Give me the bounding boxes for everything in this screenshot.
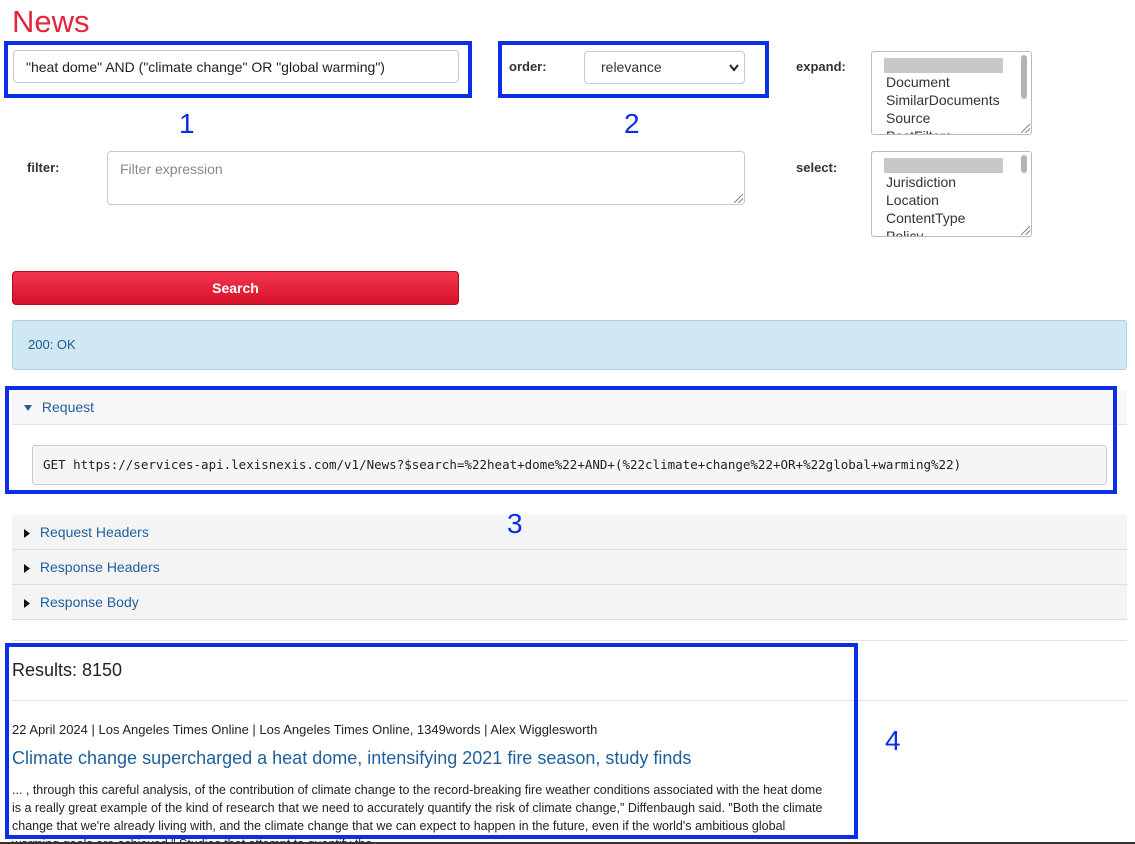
expand-option[interactable]: Source (872, 109, 1031, 127)
resize-grip-icon[interactable] (734, 194, 743, 203)
caret-right-icon (24, 598, 30, 608)
annotation-box-3 (5, 386, 1117, 494)
annotation-number-1: 1 (179, 108, 195, 139)
caret-right-icon (24, 563, 30, 573)
page-title: News (12, 4, 90, 39)
expand-option[interactable]: PostFilters (872, 127, 1031, 134)
expand-listbox[interactable]: Document SimilarDocuments Source PostFil… (871, 51, 1032, 135)
annotation-box-2 (498, 41, 769, 98)
resize-grip-icon[interactable] (1021, 226, 1030, 235)
select-option[interactable]: ContentType (872, 209, 1031, 227)
select-option[interactable]: Policy (872, 227, 1031, 236)
search-button[interactable]: Search (12, 271, 459, 305)
filter-textarea[interactable]: Filter expression (107, 151, 745, 205)
expand-option[interactable]: Document (872, 73, 1031, 91)
response-headers-toggle[interactable]: Response Headers (12, 550, 1127, 585)
request-headers-toggle[interactable]: Request Headers (12, 515, 1127, 550)
results-divider (12, 640, 1127, 641)
select-label: select: (796, 160, 838, 175)
resize-grip-icon[interactable] (1021, 124, 1030, 133)
expand-scrollbar[interactable] (1021, 55, 1027, 99)
select-option[interactable]: Location (872, 191, 1031, 209)
select-listbox[interactable]: Jurisdiction Location ContentType Policy (871, 151, 1032, 237)
caret-right-icon (24, 528, 30, 538)
annotation-number-2: 2 (624, 108, 640, 139)
response-body-label: Response Body (39, 594, 139, 610)
status-bar: 200: OK (12, 320, 1127, 370)
expand-label: expand: (796, 59, 846, 74)
response-headers-label: Response Headers (39, 559, 160, 575)
annotation-box-4 (5, 643, 858, 839)
filter-placeholder: Filter expression (120, 161, 223, 177)
request-headers-label: Request Headers (39, 524, 149, 540)
expand-selected-option[interactable] (884, 58, 1003, 73)
annotation-number-3: 3 (507, 508, 523, 539)
expand-option[interactable]: SimilarDocuments (872, 91, 1031, 109)
response-body-toggle[interactable]: Response Body (12, 585, 1127, 620)
select-option[interactable]: Jurisdiction (872, 173, 1031, 191)
filter-label: filter: (27, 160, 60, 175)
select-scrollbar[interactable] (1021, 155, 1027, 173)
annotation-number-4: 4 (885, 725, 901, 756)
select-selected-option[interactable] (884, 158, 1003, 173)
annotation-box-1 (4, 41, 472, 98)
